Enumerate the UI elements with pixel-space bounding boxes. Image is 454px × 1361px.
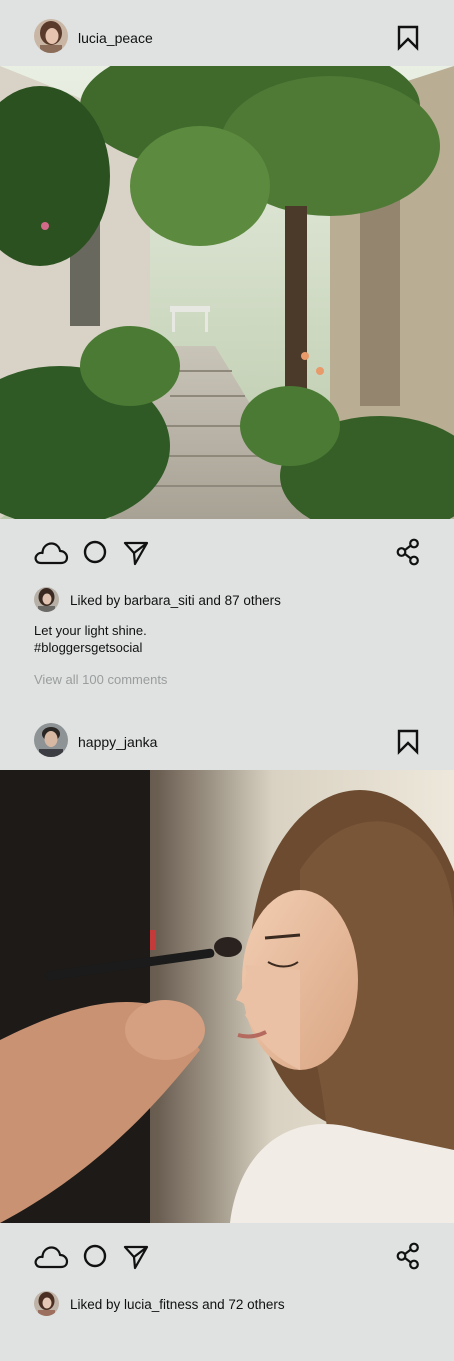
caption-text: Let your light shine. [34,623,147,638]
likes-count[interactable]: Liked by lucia_fitness and 72 others [70,1296,285,1314]
view-comments-link[interactable]: View all 100 comments [34,671,167,688]
avatar[interactable] [34,723,68,757]
share-nodes-icon[interactable] [395,537,421,567]
post-header: happy_janka [0,704,454,770]
send-icon[interactable] [122,1241,150,1271]
bookmark-icon[interactable] [396,729,420,755]
post-photo[interactable] [0,770,454,1223]
likes-count[interactable]: Liked by barbara_siti and 87 others [70,592,281,610]
cloud-icon[interactable] [33,537,69,567]
send-icon[interactable] [122,537,150,567]
post-header: lucia_peace [0,0,454,66]
share-nodes-icon[interactable] [395,1241,421,1271]
username[interactable]: happy_janka [78,733,157,751]
avatar[interactable] [34,19,68,53]
circle-icon[interactable] [82,1241,108,1271]
caption-hashtag[interactable]: #bloggersgetsocial [34,639,142,656]
username[interactable]: lucia_peace [78,29,153,47]
avatar[interactable] [34,587,59,612]
circle-icon[interactable] [82,537,108,567]
post-photo[interactable] [0,66,454,519]
bookmark-icon[interactable] [396,25,420,51]
avatar[interactable] [34,1291,59,1316]
cloud-icon[interactable] [33,1241,69,1271]
